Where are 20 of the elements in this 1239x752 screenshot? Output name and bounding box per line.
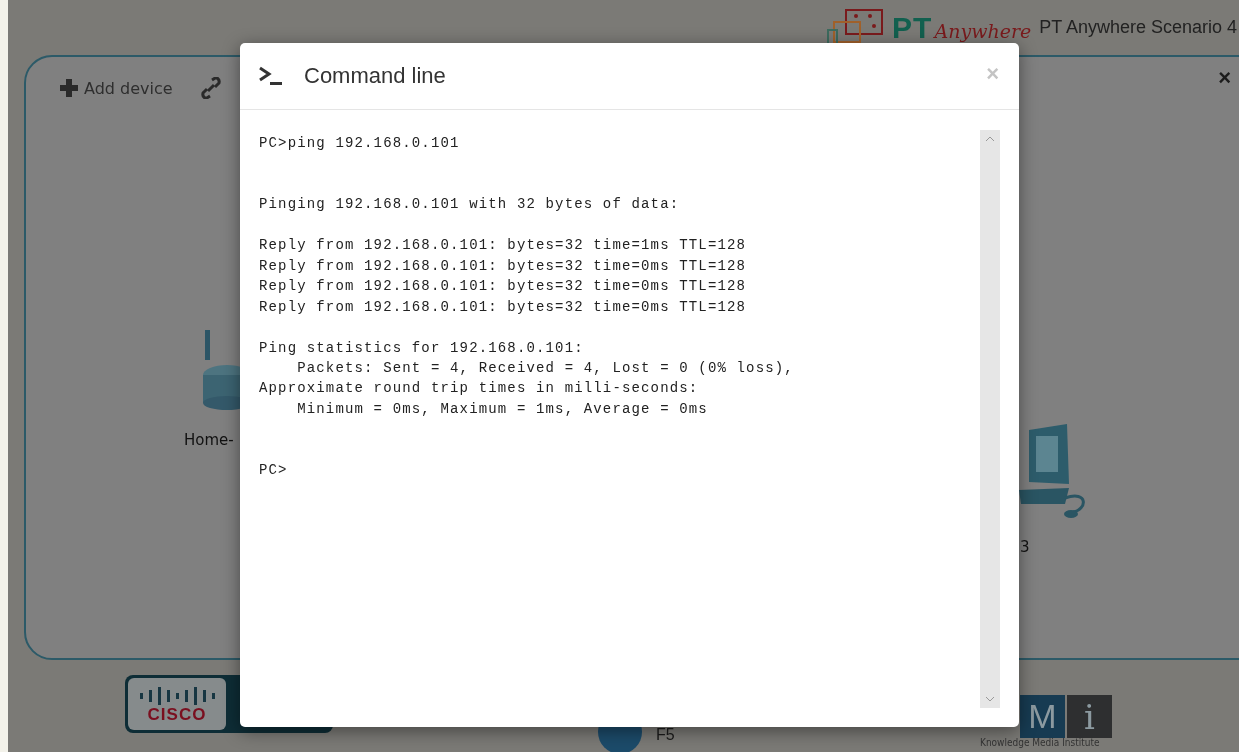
kmi-logo-letter: M <box>1020 695 1065 738</box>
page-title: PT Anywhere Scenario 4 <box>1039 17 1237 38</box>
link-icon[interactable] <box>200 77 221 99</box>
close-button[interactable]: × <box>1218 65 1231 91</box>
terminal-icon <box>258 66 284 86</box>
f5-text: F5 <box>656 726 675 744</box>
device-label: Home- <box>184 431 234 449</box>
chevron-down-icon[interactable] <box>985 696 995 702</box>
add-device-button[interactable]: Add device <box>84 78 173 98</box>
terminal-output[interactable]: PC>ping 192.168.0.101 Pinging 192.168.0.101 with 32 bytes of data: Reply from 192.168.0.101: bytes=32 time=1ms TTL=128 Reply from 192.168.0.101: bytes=32 time=0ms TTL=128 Reply from 192.168.0.101: bytes=32 time=0ms TTL=128 Reply from 192.168.0.101: bytes=32 time=0ms TTL=128 Ping statistics for 192.168.0.101: Packets: Sent = 4, Received = 4, Lost = 0 (0% loss), Approximate round trip times in milli-seconds: Minimum = 0ms, Maximum = 1ms, Average = 0ms PC> <box>250 130 980 708</box>
cisco-bars-icon <box>138 685 216 706</box>
dialog-title: Command line <box>304 63 446 89</box>
kmi-caption: Knowledge Media Institute <box>980 737 1100 748</box>
kmi-logo-letter: i <box>1067 695 1112 738</box>
cisco-text: CISCO <box>147 705 207 723</box>
logo-text: PT <box>892 10 933 45</box>
device-label: 3 <box>1020 538 1030 556</box>
chevron-up-icon[interactable] <box>985 136 995 142</box>
plus-icon <box>60 79 78 97</box>
logo-script-text: Anywhere <box>934 19 1032 42</box>
